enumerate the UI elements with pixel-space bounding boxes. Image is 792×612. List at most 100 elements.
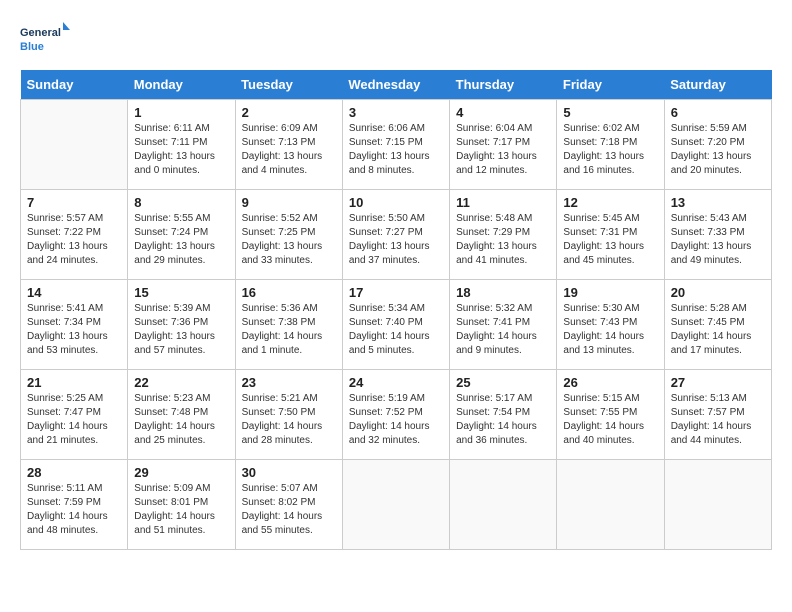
day-cell: 8Sunrise: 5:55 AM Sunset: 7:24 PM Daylig… bbox=[128, 190, 235, 280]
day-number: 15 bbox=[134, 285, 228, 300]
day-cell: 30 Sunrise: 5:07 AM Sunset: 8:02 PM Dayli… bbox=[235, 460, 342, 550]
day-number: 14 bbox=[27, 285, 121, 300]
day-info: Sunrise: 5:34 AM Sunset: 7:40 PM Dayligh… bbox=[349, 302, 443, 358]
day-cell: 11 Sunrise: 5:48 AM Sunset: 7:29 PM Dayli… bbox=[450, 190, 557, 280]
day-cell: 3 Sunrise: 6:06 AM Sunset: 7:15 PM Daylig… bbox=[342, 100, 449, 190]
day-info: Sunrise: 5:36 AM Sunset: 7:38 PM Dayligh… bbox=[242, 302, 336, 358]
day-number: 11 bbox=[456, 195, 550, 210]
day-number: 1 bbox=[134, 105, 228, 120]
week-row-2: 7 Sunrise: 5:57 AM Sunset: 7:22 PM Daylig… bbox=[21, 190, 772, 280]
logo-svg: General Blue bbox=[20, 20, 70, 60]
day-number: 24 bbox=[349, 375, 443, 390]
day-info: Sunrise: 6:06 AM Sunset: 7:15 PM Dayligh… bbox=[349, 122, 443, 178]
day-number: 17 bbox=[349, 285, 443, 300]
day-info: Sunrise: 5:57 AM Sunset: 7:22 PM Dayligh… bbox=[27, 212, 121, 268]
header: General Blue bbox=[20, 20, 772, 60]
day-number: 6 bbox=[671, 105, 765, 120]
day-cell: 26 Sunrise: 5:15 AM Sunset: 7:55 PM Dayli… bbox=[557, 370, 664, 460]
day-cell: 28 Sunrise: 5:11 AM Sunset: 7:59 PM Dayli… bbox=[21, 460, 128, 550]
svg-text:Blue: Blue bbox=[20, 41, 44, 53]
day-info: Sunrise: 6:11 AM Sunset: 7:11 PM Dayligh… bbox=[134, 122, 228, 178]
day-number: 22 bbox=[134, 375, 228, 390]
day-cell: 1 Sunrise: 6:11 AM Sunset: 7:11 PM Daylig… bbox=[128, 100, 235, 190]
day-info: Sunrise: 5:48 AM Sunset: 7:29 PM Dayligh… bbox=[456, 212, 550, 268]
day-number: 23 bbox=[242, 375, 336, 390]
day-info: Sunrise: 5:28 AM Sunset: 7:45 PM Dayligh… bbox=[671, 302, 765, 358]
day-number: 20 bbox=[671, 285, 765, 300]
day-info: Sunrise: 5:13 AM Sunset: 7:57 PM Dayligh… bbox=[671, 392, 765, 448]
week-row-4: 21Sunrise: 5:25 AM Sunset: 7:47 PM Dayli… bbox=[21, 370, 772, 460]
day-info: Sunrise: 5:39 AM Sunset: 7:36 PM Dayligh… bbox=[134, 302, 228, 358]
day-info: Sunrise: 5:43 AM Sunset: 7:33 PM Dayligh… bbox=[671, 212, 765, 268]
day-number: 18 bbox=[456, 285, 550, 300]
week-row-3: 14Sunrise: 5:41 AM Sunset: 7:34 PM Dayli… bbox=[21, 280, 772, 370]
day-number: 9 bbox=[242, 195, 336, 210]
week-row-5: 28 Sunrise: 5:11 AM Sunset: 7:59 PM Dayli… bbox=[21, 460, 772, 550]
weekday-header-sunday: Sunday bbox=[21, 70, 128, 100]
weekday-header-monday: Monday bbox=[128, 70, 235, 100]
day-number: 13 bbox=[671, 195, 765, 210]
day-number: 12 bbox=[563, 195, 657, 210]
day-cell: 21Sunrise: 5:25 AM Sunset: 7:47 PM Dayli… bbox=[21, 370, 128, 460]
day-number: 8 bbox=[134, 195, 228, 210]
day-cell: 16 Sunrise: 5:36 AM Sunset: 7:38 PM Dayli… bbox=[235, 280, 342, 370]
day-info: Sunrise: 5:15 AM Sunset: 7:55 PM Dayligh… bbox=[563, 392, 657, 448]
day-info: Sunrise: 5:23 AM Sunset: 7:48 PM Dayligh… bbox=[134, 392, 228, 448]
day-number: 25 bbox=[456, 375, 550, 390]
day-number: 28 bbox=[27, 465, 121, 480]
day-cell bbox=[21, 100, 128, 190]
day-cell: 10Sunrise: 5:50 AM Sunset: 7:27 PM Dayli… bbox=[342, 190, 449, 280]
weekday-header-saturday: Saturday bbox=[664, 70, 771, 100]
day-number: 26 bbox=[563, 375, 657, 390]
weekday-header-row: SundayMondayTuesdayWednesdayThursdayFrid… bbox=[21, 70, 772, 100]
day-cell: 19Sunrise: 5:30 AM Sunset: 7:43 PM Dayli… bbox=[557, 280, 664, 370]
day-info: Sunrise: 5:09 AM Sunset: 8:01 PM Dayligh… bbox=[134, 482, 228, 538]
day-number: 2 bbox=[242, 105, 336, 120]
day-info: Sunrise: 6:02 AM Sunset: 7:18 PM Dayligh… bbox=[563, 122, 657, 178]
weekday-header-tuesday: Tuesday bbox=[235, 70, 342, 100]
day-number: 4 bbox=[456, 105, 550, 120]
day-cell: 18Sunrise: 5:32 AM Sunset: 7:41 PM Dayli… bbox=[450, 280, 557, 370]
day-number: 29 bbox=[134, 465, 228, 480]
day-number: 5 bbox=[563, 105, 657, 120]
day-cell: 29 Sunrise: 5:09 AM Sunset: 8:01 PM Dayli… bbox=[128, 460, 235, 550]
day-number: 16 bbox=[242, 285, 336, 300]
day-info: Sunrise: 5:30 AM Sunset: 7:43 PM Dayligh… bbox=[563, 302, 657, 358]
day-info: Sunrise: 6:04 AM Sunset: 7:17 PM Dayligh… bbox=[456, 122, 550, 178]
day-cell: 25 Sunrise: 5:17 AM Sunset: 7:54 PM Dayli… bbox=[450, 370, 557, 460]
day-number: 10 bbox=[349, 195, 443, 210]
day-info: Sunrise: 5:52 AM Sunset: 7:25 PM Dayligh… bbox=[242, 212, 336, 268]
day-info: Sunrise: 5:07 AM Sunset: 8:02 PM Dayligh… bbox=[242, 482, 336, 538]
day-cell: 12 Sunrise: 5:45 AM Sunset: 7:31 PM Dayli… bbox=[557, 190, 664, 280]
day-number: 27 bbox=[671, 375, 765, 390]
day-cell: 5 Sunrise: 6:02 AM Sunset: 7:18 PM Daylig… bbox=[557, 100, 664, 190]
day-cell bbox=[557, 460, 664, 550]
logo: General Blue bbox=[20, 20, 70, 60]
weekday-header-thursday: Thursday bbox=[450, 70, 557, 100]
day-number: 21 bbox=[27, 375, 121, 390]
day-info: Sunrise: 5:59 AM Sunset: 7:20 PM Dayligh… bbox=[671, 122, 765, 178]
day-info: Sunrise: 5:21 AM Sunset: 7:50 PM Dayligh… bbox=[242, 392, 336, 448]
day-cell: 27 Sunrise: 5:13 AM Sunset: 7:57 PM Dayli… bbox=[664, 370, 771, 460]
weekday-header-wednesday: Wednesday bbox=[342, 70, 449, 100]
calendar-table: SundayMondayTuesdayWednesdayThursdayFrid… bbox=[20, 70, 772, 550]
day-cell: 9 Sunrise: 5:52 AM Sunset: 7:25 PM Daylig… bbox=[235, 190, 342, 280]
day-number: 3 bbox=[349, 105, 443, 120]
day-cell: 24Sunrise: 5:19 AM Sunset: 7:52 PM Dayli… bbox=[342, 370, 449, 460]
day-info: Sunrise: 5:17 AM Sunset: 7:54 PM Dayligh… bbox=[456, 392, 550, 448]
svg-text:General: General bbox=[20, 27, 61, 39]
day-cell bbox=[342, 460, 449, 550]
day-cell: 6 Sunrise: 5:59 AM Sunset: 7:20 PM Daylig… bbox=[664, 100, 771, 190]
day-cell bbox=[450, 460, 557, 550]
day-cell: 17 Sunrise: 5:34 AM Sunset: 7:40 PM Dayli… bbox=[342, 280, 449, 370]
day-info: Sunrise: 6:09 AM Sunset: 7:13 PM Dayligh… bbox=[242, 122, 336, 178]
day-number: 30 bbox=[242, 465, 336, 480]
day-cell: 13 Sunrise: 5:43 AM Sunset: 7:33 PM Dayli… bbox=[664, 190, 771, 280]
day-cell: 7 Sunrise: 5:57 AM Sunset: 7:22 PM Daylig… bbox=[21, 190, 128, 280]
day-cell: 4 Sunrise: 6:04 AM Sunset: 7:17 PM Daylig… bbox=[450, 100, 557, 190]
week-row-1: 1 Sunrise: 6:11 AM Sunset: 7:11 PM Daylig… bbox=[21, 100, 772, 190]
weekday-header-friday: Friday bbox=[557, 70, 664, 100]
day-info: Sunrise: 5:45 AM Sunset: 7:31 PM Dayligh… bbox=[563, 212, 657, 268]
day-info: Sunrise: 5:11 AM Sunset: 7:59 PM Dayligh… bbox=[27, 482, 121, 538]
day-number: 7 bbox=[27, 195, 121, 210]
